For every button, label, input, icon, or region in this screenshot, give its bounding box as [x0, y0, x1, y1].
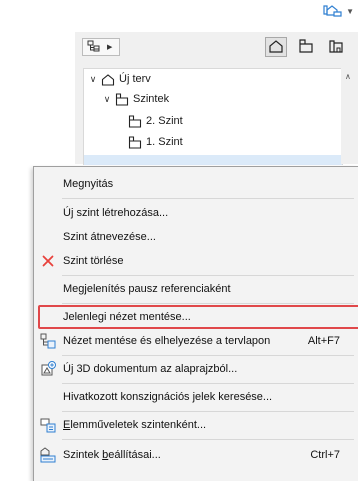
story-settings-icon [40, 447, 56, 463]
menu-separator [62, 355, 354, 356]
menu-item-label: Elemműveletek szintenként... [63, 419, 207, 431]
menu-item-show-as-trace[interactable]: Megjelenítés pausz referenciaként [34, 277, 358, 301]
menu-item-label: Új szint létrehozása... [63, 207, 169, 219]
menu-item-label: Szint átnevezése... [63, 231, 156, 243]
menu-item-element-ops-by-story[interactable]: Elemműveletek szintenként... [34, 413, 358, 437]
menu-item-new-story[interactable]: Új szint létrehozása... [34, 201, 358, 225]
tree-item-project[interactable]: ∨ Új terv [88, 69, 151, 89]
tree-item-story-1[interactable]: 1. Szint [128, 132, 183, 152]
chevron-up-icon[interactable]: ∧ [345, 72, 351, 81]
menu-item-label: Hivatkozott konszignációs jelek keresése… [63, 391, 273, 403]
stories-folder-icon [115, 92, 129, 106]
tree-item-label: Szintek [133, 93, 170, 105]
menu-item-label: Szintek beállításai... [63, 449, 161, 461]
chevron-down-icon[interactable]: ∨ [102, 94, 112, 105]
delete-x-icon [40, 253, 56, 269]
layout-book-button[interactable]: ▼ [322, 2, 354, 20]
view-switcher [265, 37, 347, 57]
navigator-panel: ▶ ∨ Új terv ∨ Szintek 2. Szint 1. Szint … [75, 32, 358, 165]
menu-item-open[interactable]: Megnyitás [34, 172, 358, 196]
menu-item-label: Megjelenítés pausz referenciaként [63, 283, 231, 295]
menu-item-find-markers[interactable]: Hivatkozott konszignációs jelek keresése… [34, 385, 358, 409]
tree-scrollbar[interactable]: ∧ [341, 68, 358, 164]
menu-item-new-3d-document[interactable]: Új 3D dokumentum az alaprajzból... [34, 357, 358, 381]
layout-book-view-icon [328, 39, 344, 56]
layout-book-view-button[interactable] [325, 37, 347, 57]
top-toolbar: ▼ [0, 0, 358, 22]
menu-separator [62, 383, 354, 384]
menu-item-label: Megnyitás [63, 178, 114, 190]
menu-item-label: Új 3D dokumentum az alaprajzból... [63, 363, 238, 375]
menu-item-label: Szint törlése [63, 255, 124, 267]
highlight-frame [38, 305, 358, 329]
project-map-dropdown-button[interactable]: ▶ [82, 38, 120, 56]
menu-separator [62, 303, 354, 304]
menu-item-shortcut: Ctrl+7 [310, 449, 340, 461]
story-icon [128, 114, 142, 128]
menu-separator [62, 275, 354, 276]
context-menu: Megnyitás Új szint létrehozása... Szint … [33, 166, 358, 481]
menu-separator [62, 439, 354, 440]
tree-item-stories[interactable]: ∨ Szintek [102, 89, 169, 109]
new-3d-document-icon [40, 361, 56, 377]
view-map-icon [298, 38, 314, 56]
menu-separator [62, 198, 354, 199]
house-icon [268, 39, 284, 56]
element-operations-icon [40, 417, 56, 433]
menu-item-shortcut: Alt+F7 [307, 335, 340, 347]
menu-item-story-settings[interactable]: Szintek beállításai... Ctrl+7 [34, 443, 358, 467]
chevron-down-icon[interactable]: ∨ [88, 74, 98, 85]
layout-book-icon [322, 3, 344, 20]
menu-item-save-and-place-view[interactable]: Nézet mentése és elhelyezése a tervlapon… [34, 329, 358, 353]
save-place-view-icon [40, 333, 56, 349]
house-icon [101, 72, 115, 86]
story-icon [128, 135, 142, 149]
view-map-view-button[interactable] [295, 37, 317, 57]
tree-item-label: 2. Szint [146, 115, 183, 127]
tree-item-label: 1. Szint [146, 136, 183, 148]
project-map-icon [87, 39, 101, 55]
menu-item-rename-story[interactable]: Szint átnevezése... [34, 225, 358, 249]
project-tree: ∨ Új terv ∨ Szintek 2. Szint 1. Szint [83, 68, 343, 165]
tree-item-label: Új terv [119, 73, 151, 85]
project-map-view-button[interactable] [265, 37, 287, 57]
dropdown-caret-icon: ▼ [346, 6, 354, 16]
tree-selection-highlight [84, 155, 342, 165]
navigator-toolbar: ▶ [75, 32, 358, 62]
chevron-right-icon: ▶ [107, 44, 113, 51]
menu-separator [62, 411, 354, 412]
menu-item-label: Nézet mentése és elhelyezése a tervlapon [63, 335, 271, 347]
tree-item-story-2[interactable]: 2. Szint [128, 111, 183, 131]
menu-item-delete-story[interactable]: Szint törlése [34, 249, 358, 273]
